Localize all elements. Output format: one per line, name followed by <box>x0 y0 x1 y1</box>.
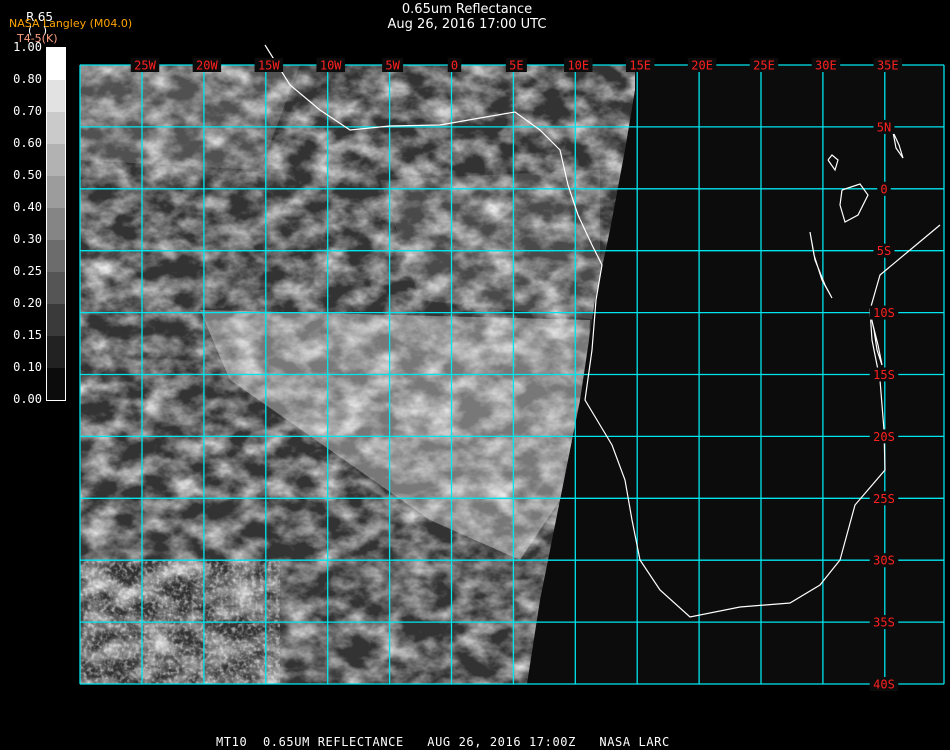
longitude-label: 5E <box>509 59 523 73</box>
longitude-label: 20E <box>691 59 713 73</box>
footer-caption: MT10 0.65UM REFLECTANCE AUG 26, 2016 17:… <box>216 735 670 749</box>
longitude-label: 15E <box>629 59 651 73</box>
latitude-label: 10S <box>873 306 895 320</box>
satellite-map: 25W 20W 15W 10W 5W 0 5E 10E 15E 20E 25E 30E 35E 5N 0 5S… <box>79 44 945 692</box>
longitude-label: 20W <box>196 59 218 73</box>
longitude-label: 25E <box>753 59 775 73</box>
longitude-label: 10W <box>320 59 342 73</box>
latitude-label: 15S <box>873 368 895 382</box>
longitude-label: 30E <box>815 59 837 73</box>
longitude-label: 35E <box>877 59 899 73</box>
latitude-label: 25S <box>873 492 895 506</box>
longitude-label: 10E <box>567 59 589 73</box>
latitude-label: 5S <box>877 244 891 258</box>
latitude-label: 5N <box>877 120 891 134</box>
latitude-label: 40S <box>873 678 895 692</box>
latitude-label: 35S <box>873 616 895 630</box>
latitude-label: 30S <box>873 554 895 568</box>
latitude-label: 20S <box>873 430 895 444</box>
longitude-label: 0 <box>451 59 458 73</box>
longitude-label: 25W <box>134 59 156 73</box>
longitude-label: 15W <box>258 59 280 73</box>
longitude-label: 5W <box>385 59 400 73</box>
latitude-label: 0 <box>880 182 887 196</box>
